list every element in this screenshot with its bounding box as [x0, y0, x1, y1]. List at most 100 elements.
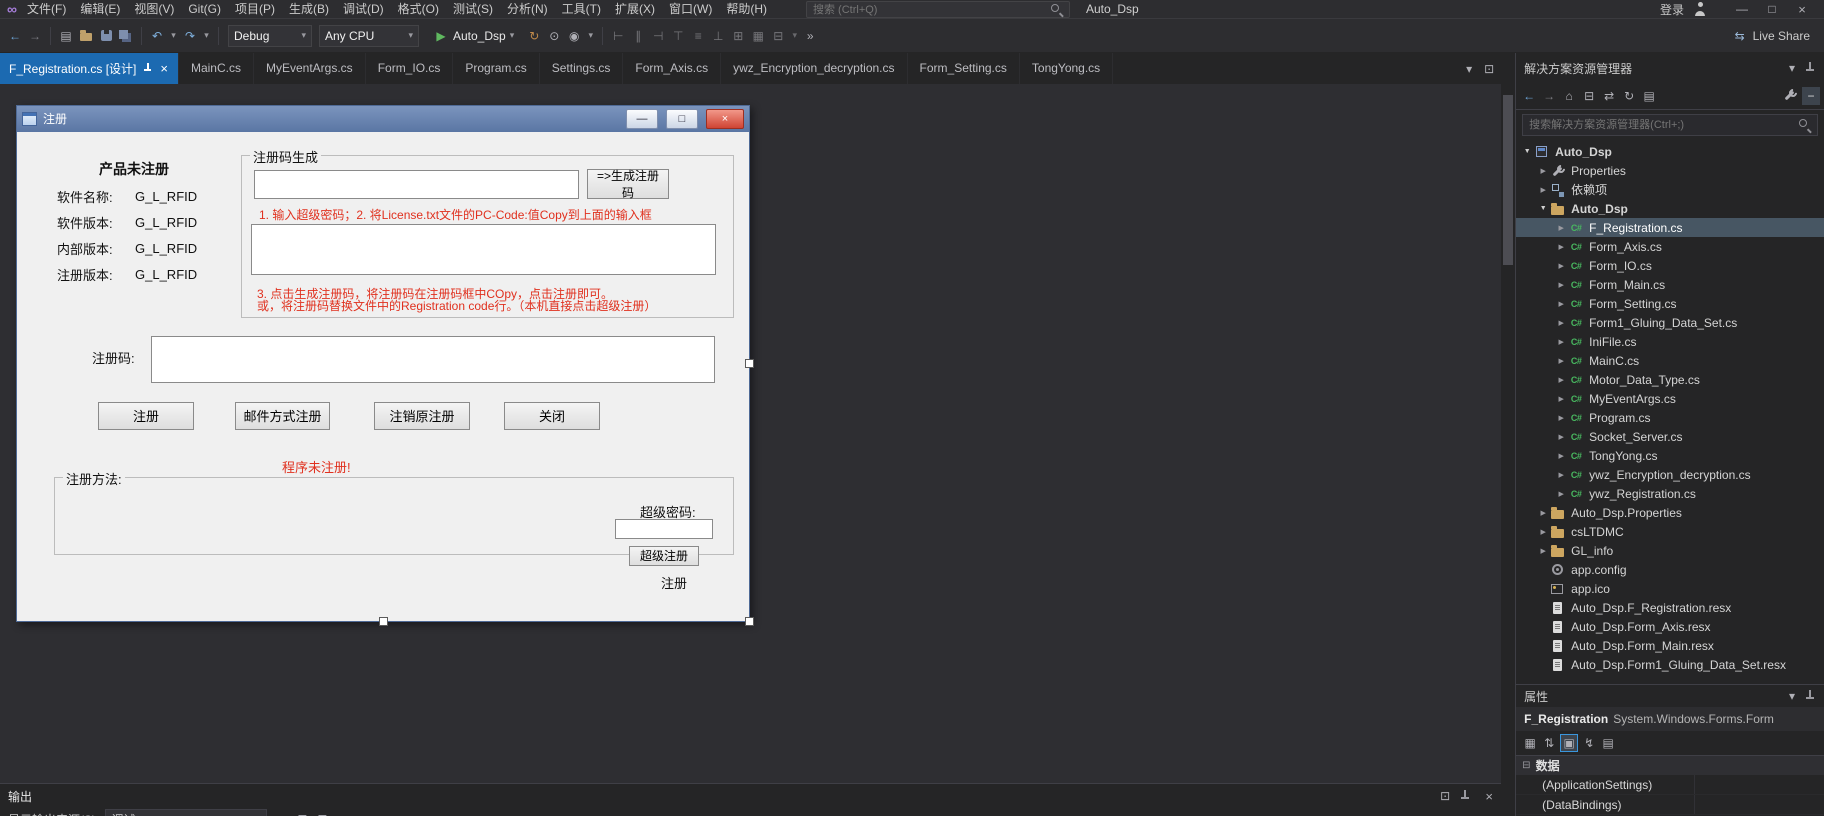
expander-icon[interactable] — [1554, 414, 1568, 422]
chevron-down-icon[interactable] — [1784, 60, 1800, 76]
tree-item[interactable]: 依赖项 — [1516, 180, 1824, 199]
document-tab[interactable]: MainC.cs — [179, 53, 254, 84]
registration-action-button[interactable]: 注销原注册 — [374, 402, 470, 430]
super-register-button[interactable]: 超级注册 — [629, 546, 699, 566]
menu-item[interactable]: 分析(N) — [500, 0, 555, 18]
version-value[interactable]: G_L_RFID — [135, 241, 197, 256]
document-tab[interactable]: TongYong.cs — [1020, 53, 1113, 84]
live-share-button[interactable]: Live Share — [1724, 28, 1818, 44]
form-close-button[interactable]: × — [706, 109, 744, 129]
record-icon[interactable] — [565, 27, 583, 45]
menu-item[interactable]: 窗口(W) — [662, 0, 719, 18]
clear-icon[interactable] — [293, 810, 311, 816]
global-search-box[interactable] — [806, 1, 1070, 18]
menu-item[interactable]: 工具(T) — [555, 0, 608, 18]
open-folder-icon[interactable] — [77, 27, 95, 45]
menu-item[interactable]: 格式(O) — [391, 0, 446, 18]
registration-action-button[interactable]: 注册 — [98, 402, 194, 430]
order-icon[interactable] — [769, 27, 787, 45]
align-right-icon[interactable] — [649, 27, 667, 45]
grid-icon[interactable] — [749, 27, 767, 45]
expander-icon[interactable] — [1554, 471, 1568, 479]
forward-icon[interactable] — [26, 27, 44, 45]
version-label[interactable]: 注册版本: — [57, 265, 135, 284]
tree-item[interactable]: Auto_Dsp.Form1_Gluing_Data_Set.resx — [1516, 655, 1824, 674]
align-middle-icon[interactable] — [689, 27, 707, 45]
editor-vertical-scrollbar[interactable] — [1501, 53, 1515, 816]
registration-code-label[interactable]: 注册码: — [92, 348, 135, 367]
expander-icon[interactable] — [1554, 433, 1568, 441]
solution-explorer-header[interactable]: 解决方案资源管理器 — [1516, 53, 1824, 83]
expander-icon[interactable] — [1554, 300, 1568, 308]
save-icon[interactable] — [97, 27, 115, 45]
version-value[interactable]: G_L_RFID — [135, 189, 197, 204]
tree-item[interactable]: Auto_Dsp — [1516, 199, 1824, 218]
person-icon[interactable] — [1693, 1, 1709, 17]
forward-icon[interactable] — [1540, 87, 1558, 105]
tree-item[interactable]: Program.cs — [1516, 408, 1824, 427]
version-label[interactable]: 软件版本: — [57, 213, 135, 232]
version-label[interactable]: 内部版本: — [57, 239, 135, 258]
tree-item[interactable]: TongYong.cs — [1516, 446, 1824, 465]
form-titlebar[interactable]: 注册 — □ × — [17, 106, 749, 132]
caret-icon[interactable] — [201, 27, 212, 45]
screenshot-icon[interactable] — [545, 27, 563, 45]
expander-icon[interactable] — [1554, 319, 1568, 327]
tab-f-registration-design[interactable]: F_Registration.cs [设计] × — [0, 53, 179, 84]
tree-item[interactable]: MyEventArgs.cs — [1516, 389, 1824, 408]
properties-category-row[interactable]: ⊟ 数据 — [1516, 756, 1824, 775]
expander-icon[interactable] — [1554, 452, 1568, 460]
generate-code-button[interactable]: =>生成注册码 — [587, 169, 669, 199]
tree-item[interactable]: csLTDMC — [1516, 522, 1824, 541]
caret-icon[interactable] — [789, 27, 800, 45]
form-minimize-button[interactable]: — — [626, 109, 658, 129]
show-all-icon[interactable] — [1640, 87, 1658, 105]
menu-item[interactable]: Git(G) — [181, 0, 228, 18]
align-top-icon[interactable] — [669, 27, 687, 45]
platform-dropdown[interactable]: Any CPU ▾ — [319, 25, 419, 47]
document-tab[interactable]: Program.cs — [453, 53, 539, 84]
global-search-input[interactable] — [811, 3, 1049, 17]
tree-item[interactable]: Form1_Gluing_Data_Set.cs — [1516, 313, 1824, 332]
minimize-icon[interactable] — [1728, 1, 1756, 17]
resize-handle-bottom[interactable] — [379, 617, 388, 626]
product-status-label[interactable]: 产品未注册 — [99, 159, 169, 179]
pin-icon[interactable] — [1804, 688, 1820, 704]
tree-item[interactable]: Auto_Dsp.Form_Main.resx — [1516, 636, 1824, 655]
tree-item[interactable]: Form_Axis.cs — [1516, 237, 1824, 256]
expander-icon[interactable] — [1554, 376, 1568, 384]
output-source-dropdown[interactable]: 调试 ▾ — [105, 809, 267, 816]
tree-item[interactable]: app.config — [1516, 560, 1824, 579]
selected-object-dropdown[interactable]: F_Registration System.Windows.Forms.Form — [1516, 707, 1824, 731]
preview-icon[interactable] — [1802, 87, 1820, 105]
expander-icon[interactable] — [1536, 509, 1550, 517]
mini-register-label[interactable]: 注册 — [661, 573, 687, 592]
document-tab[interactable]: ywz_Encryption_decryption.cs — [721, 53, 907, 84]
menu-item[interactable]: 扩展(X) — [608, 0, 662, 18]
version-value[interactable]: G_L_RFID — [135, 215, 197, 230]
expander-icon[interactable] — [1554, 224, 1568, 232]
forms-designer-surface[interactable]: 注册 — □ × 产品未注册 软件名称: G_L_RFID 软件版本: — [0, 84, 1501, 783]
tree-item[interactable]: Form_IO.cs — [1516, 256, 1824, 275]
categorized-icon[interactable] — [1522, 735, 1538, 751]
solution-search-box[interactable] — [1522, 114, 1818, 136]
sort-alpha-icon[interactable] — [1541, 735, 1557, 751]
expander-icon[interactable] — [1554, 281, 1568, 289]
document-tab[interactable]: Settings.cs — [540, 53, 624, 84]
expander-icon[interactable] — [1536, 205, 1550, 212]
tree-item[interactable]: Form_Main.cs — [1516, 275, 1824, 294]
scrollbar-thumb[interactable] — [1503, 95, 1513, 265]
save-all-icon[interactable] — [117, 27, 135, 45]
chevron-down-icon[interactable] — [1784, 688, 1800, 704]
tree-item[interactable]: Form_Setting.cs — [1516, 294, 1824, 313]
document-tab[interactable]: Form_Axis.cs — [623, 53, 721, 84]
menu-item[interactable]: 视图(V) — [127, 0, 181, 18]
start-debug-button[interactable]: Auto_Dsp ▾ — [426, 24, 521, 48]
expander-icon[interactable] — [1554, 395, 1568, 403]
menu-item[interactable]: 调试(D) — [336, 0, 391, 18]
pc-code-input[interactable] — [254, 170, 579, 199]
menu-item[interactable]: 文件(F) — [20, 0, 73, 18]
menu-item[interactable]: 项目(P) — [228, 0, 282, 18]
caret-icon[interactable] — [585, 27, 596, 45]
menu-item[interactable]: 编辑(E) — [73, 0, 127, 18]
